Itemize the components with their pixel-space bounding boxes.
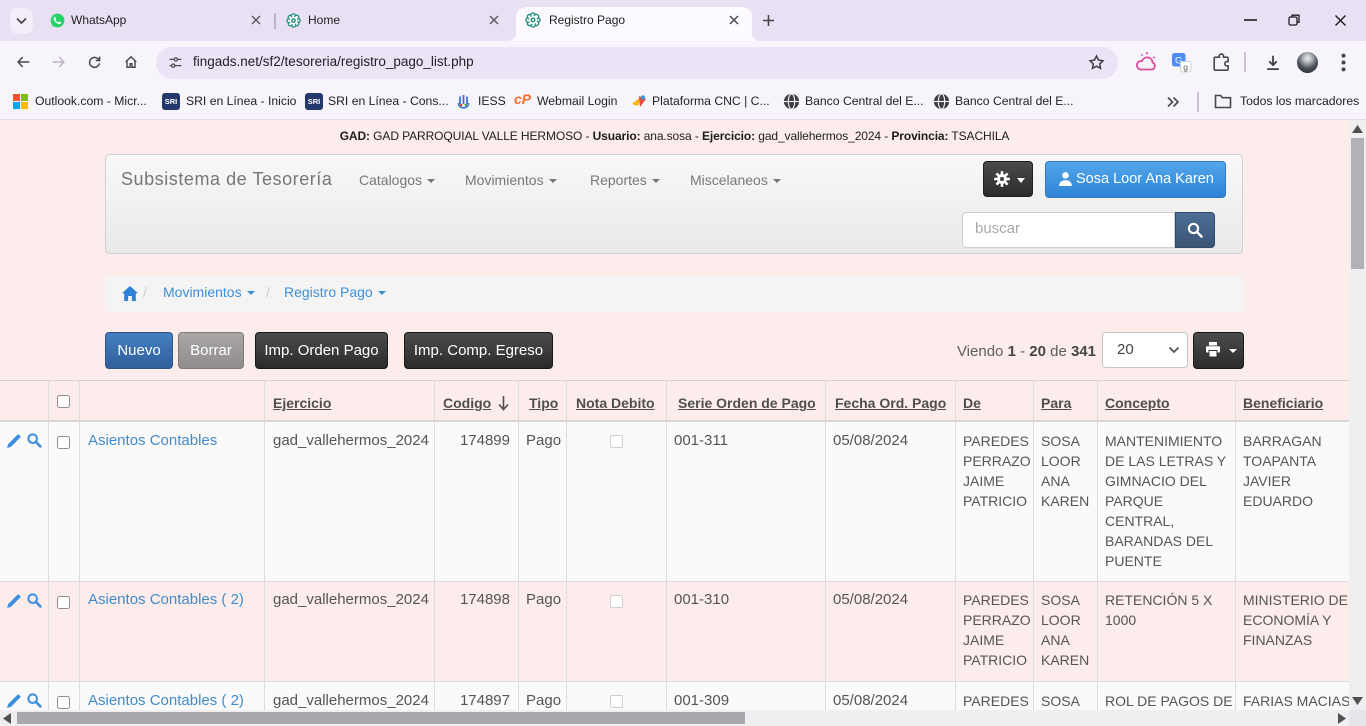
- svg-text:g: g: [1183, 62, 1188, 72]
